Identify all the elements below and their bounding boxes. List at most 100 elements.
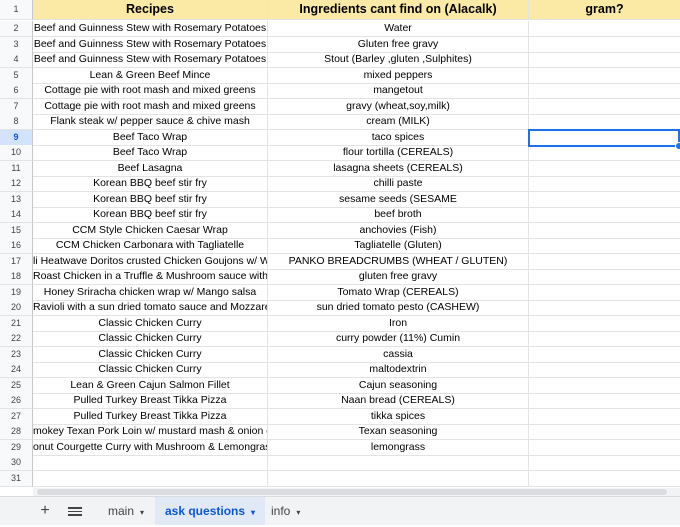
cell-recipe[interactable]: Classic Chicken Curry [33, 362, 268, 378]
row-number[interactable]: 14 [0, 207, 33, 223]
cell-recipe[interactable]: Beef Taco Wrap [33, 145, 268, 161]
cell-gram[interactable] [529, 130, 680, 146]
cell-gram[interactable] [529, 37, 680, 53]
cell-ingredient[interactable]: Iron [268, 315, 529, 332]
cell-ingredient[interactable]: anchovies (Fish) [268, 222, 529, 239]
cell-recipe[interactable]: Classic Chicken Curry [33, 346, 268, 363]
cell-gram[interactable] [529, 424, 680, 440]
row-number[interactable]: 12 [0, 176, 33, 192]
cell-recipe[interactable]: CCM Style Chicken Caesar Wrap [33, 222, 268, 239]
row-number[interactable]: 26 [0, 393, 33, 409]
chevron-down-icon[interactable]: ▾ [296, 508, 300, 517]
cell-recipe[interactable]: CCM Chicken Carbonara with Tagliatelle [33, 238, 268, 254]
cell-ingredient[interactable]: mangetout [268, 83, 529, 99]
cell-gram[interactable] [529, 176, 680, 192]
cell-gram[interactable] [529, 347, 680, 363]
row-number[interactable]: 24 [0, 362, 33, 378]
row-number[interactable]: 11 [0, 160, 33, 177]
cell-recipe[interactable]: Roast Chicken in a Truffle & Mushroom sa… [33, 269, 268, 285]
cell-recipe[interactable]: Cottage pie with root mash and mixed gre… [33, 98, 268, 115]
cell-ingredient[interactable]: Tomato Wrap (CEREALS) [268, 284, 529, 301]
row-number[interactable]: 17 [0, 253, 33, 270]
cell-gram[interactable] [529, 238, 680, 254]
row-number[interactable]: 21 [0, 315, 33, 332]
cell-recipe[interactable]: Classic Chicken Curry [33, 315, 268, 332]
row-number[interactable]: 8 [0, 114, 33, 130]
row-number[interactable]: 18 [0, 269, 33, 285]
cell-gram[interactable] [529, 207, 680, 223]
cell-gram[interactable] [529, 393, 680, 409]
cell-ingredient[interactable]: taco spices [268, 129, 529, 146]
row-number[interactable]: 16 [0, 238, 33, 254]
cell-gram[interactable] [529, 471, 680, 487]
cell-gram[interactable] [529, 223, 680, 239]
row-number[interactable]: 27 [0, 408, 33, 425]
cell-gram[interactable] [529, 83, 680, 99]
row-number[interactable]: 29 [0, 439, 33, 456]
cell-gram[interactable] [529, 285, 680, 301]
cell-ingredient[interactable]: cream (MILK) [268, 114, 529, 130]
cell-recipe[interactable]: Cottage pie with root mash and mixed gre… [33, 83, 268, 99]
cell-ingredient[interactable]: Tagliatelle (Gluten) [268, 238, 529, 254]
cell-recipe[interactable]: onut Courgette Curry with Mushroom & Lem… [33, 439, 268, 456]
cell-ingredient[interactable]: Cajun seasoning [268, 377, 529, 394]
cell-gram[interactable] [529, 362, 680, 378]
cell-gram[interactable] [529, 378, 680, 394]
cell-ingredient[interactable]: mixed peppers [268, 67, 529, 84]
cell-ingredient[interactable]: beef broth [268, 207, 529, 223]
cell-recipe[interactable] [33, 455, 268, 471]
cell-ingredient[interactable] [268, 470, 529, 487]
cell-recipe[interactable]: Pulled Turkey Breast Tikka Pizza [33, 393, 268, 409]
horizontal-scrollbar[interactable] [33, 488, 680, 496]
row-number[interactable]: 22 [0, 331, 33, 347]
cell-gram[interactable] [529, 331, 680, 347]
cell-recipe[interactable]: mokey Texan Pork Loin w/ mustard mash & … [33, 424, 268, 440]
row-number[interactable]: 23 [0, 346, 33, 363]
tab-ask-questions[interactable]: ask questions ▾ [155, 497, 266, 525]
cell-gram[interactable] [529, 300, 680, 316]
all-sheets-menu-icon[interactable] [68, 507, 82, 516]
cell-recipe[interactable]: Lean & Green Beef Mince [33, 67, 268, 84]
cell-gram[interactable] [529, 52, 680, 68]
header-ingredients[interactable]: Ingredients cant find on (Alacalk) [268, 0, 529, 20]
row-number[interactable]: 31 [0, 470, 33, 487]
cell-ingredient[interactable]: Texan seasoning [268, 424, 529, 440]
cell-ingredient[interactable]: gravy (wheat,soy,milk) [268, 98, 529, 115]
cell-gram[interactable] [529, 145, 680, 161]
cell-gram[interactable] [529, 192, 680, 208]
tab-main[interactable]: main ▾ [98, 497, 154, 525]
cell-recipe[interactable]: Classic Chicken Curry [33, 331, 268, 347]
cell-gram[interactable] [529, 161, 680, 177]
cell-ingredient[interactable]: Water [268, 21, 529, 37]
row-number[interactable]: 28 [0, 424, 33, 440]
cell-ingredient[interactable]: Stout (Barley ,gluten ,Sulphites) [268, 52, 529, 68]
cell-ingredient[interactable]: curry powder (11%) Cumin [268, 331, 529, 347]
row-number[interactable]: 13 [0, 191, 33, 208]
cell-gram[interactable] [529, 99, 680, 115]
cell-recipe[interactable]: Beef Taco Wrap [33, 129, 268, 146]
cell-ingredient[interactable]: Naan bread (CEREALS) [268, 393, 529, 409]
cell-ingredient[interactable]: chilli paste [268, 176, 529, 192]
header-gram[interactable]: gram? [529, 0, 680, 20]
cell-gram[interactable] [529, 316, 680, 332]
tab-info[interactable]: info ▾ [261, 497, 310, 525]
cell-recipe[interactable]: Korean BBQ beef stir fry [33, 176, 268, 192]
header-recipes[interactable]: Recipes [33, 0, 268, 20]
cell-gram[interactable] [529, 254, 680, 270]
row-number[interactable]: 9 [0, 129, 33, 146]
cell-recipe[interactable]: li Heatwave Doritos crusted Chicken Gouj… [33, 253, 268, 270]
cell-recipe[interactable]: Ravioli with a sun dried tomato sauce an… [33, 300, 268, 316]
cell-recipe[interactable]: Lean & Green Cajun Salmon Fillet [33, 377, 268, 394]
cell-recipe[interactable]: Pulled Turkey Breast Tikka Pizza [33, 408, 268, 425]
cell-ingredient[interactable]: tikka spices [268, 408, 529, 425]
cell-recipe[interactable] [33, 470, 268, 487]
row-number[interactable]: 7 [0, 98, 33, 115]
cell-gram[interactable] [529, 21, 680, 37]
cell-gram[interactable] [529, 440, 680, 456]
row-number[interactable]: 4 [0, 52, 33, 68]
chevron-down-icon[interactable]: ▾ [251, 508, 255, 517]
cell-gram[interactable] [529, 455, 680, 471]
cell-gram[interactable] [529, 114, 680, 130]
cell-ingredient[interactable]: sesame seeds (SESAME [268, 191, 529, 208]
cell-ingredient[interactable]: gluten free gravy [268, 269, 529, 285]
